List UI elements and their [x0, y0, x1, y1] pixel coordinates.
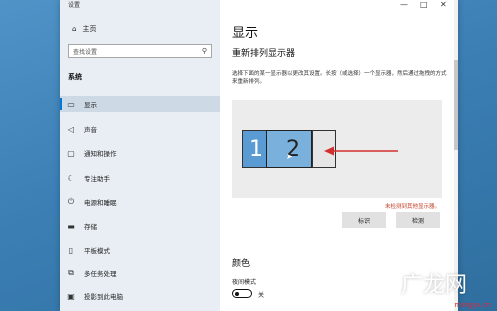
- storage-icon: ▬: [67, 221, 75, 231]
- scrollbar[interactable]: [454, 0, 458, 311]
- night-mode-toggle[interactable]: [232, 289, 252, 298]
- sidebar-item-label: 平板模式: [84, 247, 110, 255]
- project-icon: ▣: [67, 291, 75, 301]
- sidebar-item-storage[interactable]: ▬ 存储: [60, 218, 220, 234]
- minimize-button[interactable]: —: [400, 0, 408, 9]
- sidebar-item-project[interactable]: ▣ 投影到此电脑: [60, 288, 220, 304]
- rearrange-description: 选择下面的某一显示器以更改其设置。长按（或选择）一个显示器，然后通过拖拽的方式来…: [232, 71, 447, 85]
- search-input[interactable]: 查找设置 ⚲: [68, 44, 212, 58]
- search-icon[interactable]: ⚲: [202, 47, 207, 55]
- sidebar-item-notifications[interactable]: ▢ 通知和操作: [60, 145, 220, 161]
- tablet-icon: ▯: [68, 245, 74, 255]
- home-icon: ⌂: [72, 25, 77, 33]
- sidebar: 设置 ⌂ 主页 查找设置 ⚲ 系统 ▭ 显示 ◁ 声音 ▢ 通知和操作 ☾ 专注…: [60, 0, 220, 311]
- watermark: 广龙网 mingyx.cn: [391, 267, 491, 309]
- display-arrangement-area[interactable]: 1 2 ➤: [232, 100, 442, 198]
- monitor-icon: ▭: [67, 99, 75, 109]
- no-other-display-notice: 未检测到其他显示器。: [384, 204, 440, 210]
- sidebar-item-label: 多任务处理: [84, 270, 117, 278]
- scrollbar-thumb[interactable]: [454, 60, 458, 150]
- night-mode-state: 关: [258, 292, 265, 299]
- window-title: 设置: [68, 2, 81, 9]
- sidebar-item-display[interactable]: ▭ 显示: [60, 96, 220, 112]
- multitask-icon: ⧉: [68, 268, 74, 277]
- moon-icon: ☾: [67, 173, 75, 183]
- red-arrow-icon: [324, 146, 398, 156]
- sidebar-item-label: 存储: [84, 223, 97, 231]
- search-placeholder: 查找设置: [73, 49, 98, 56]
- sidebar-item-home[interactable]: ⌂ 主页: [72, 24, 96, 34]
- watermark-url: mingyx.cn: [454, 301, 491, 309]
- main-content: — □ ✕ 显示 重新排列显示器 选择下面的某一显示器以更改其设置。长按（或选择…: [220, 0, 458, 311]
- night-mode-label: 夜间模式: [232, 279, 257, 286]
- sidebar-item-tablet[interactable]: ▯ 平板模式: [60, 242, 220, 258]
- watermark-text: 广龙网: [401, 273, 468, 298]
- mouse-cursor-icon: ➤: [286, 152, 293, 161]
- rearrange-title: 重新排列显示器: [232, 49, 296, 59]
- maximize-button[interactable]: □: [420, 0, 428, 9]
- sidebar-item-sound[interactable]: ◁ 声音: [60, 121, 220, 137]
- close-button[interactable]: ✕: [440, 0, 447, 9]
- sidebar-item-focus-assist[interactable]: ☾ 专注助手: [60, 170, 220, 186]
- sidebar-item-label: 显示: [84, 101, 97, 109]
- sidebar-item-label: 专注助手: [84, 175, 110, 183]
- speaker-icon: ◁: [67, 124, 75, 134]
- sidebar-item-label: 电源和睡眠: [84, 199, 117, 207]
- sidebar-item-label: 投影到此电脑: [84, 293, 123, 301]
- page-title: 显示: [232, 26, 259, 41]
- monitor-1-label: 1: [249, 136, 263, 162]
- power-icon: ⏻: [67, 197, 75, 206]
- notification-icon: ▢: [67, 148, 75, 158]
- sidebar-item-multitasking[interactable]: ⧉ 多任务处理: [60, 265, 220, 281]
- settings-window: 设置 ⌂ 主页 查找设置 ⚲ 系统 ▭ 显示 ◁ 声音 ▢ 通知和操作 ☾ 专注…: [60, 0, 458, 311]
- section-title: 系统: [68, 73, 82, 81]
- monitor-2[interactable]: 2: [266, 130, 312, 168]
- detect-button[interactable]: 检测: [396, 212, 440, 228]
- sidebar-item-power[interactable]: ⏻ 电源和睡眠: [60, 194, 220, 210]
- sidebar-item-label: 声音: [84, 126, 97, 134]
- home-label: 主页: [82, 25, 97, 33]
- color-section-title: 颜色: [232, 259, 251, 269]
- identify-button[interactable]: 标识: [342, 212, 386, 228]
- sidebar-item-label: 通知和操作: [84, 150, 117, 158]
- toggle-knob: [235, 291, 239, 296]
